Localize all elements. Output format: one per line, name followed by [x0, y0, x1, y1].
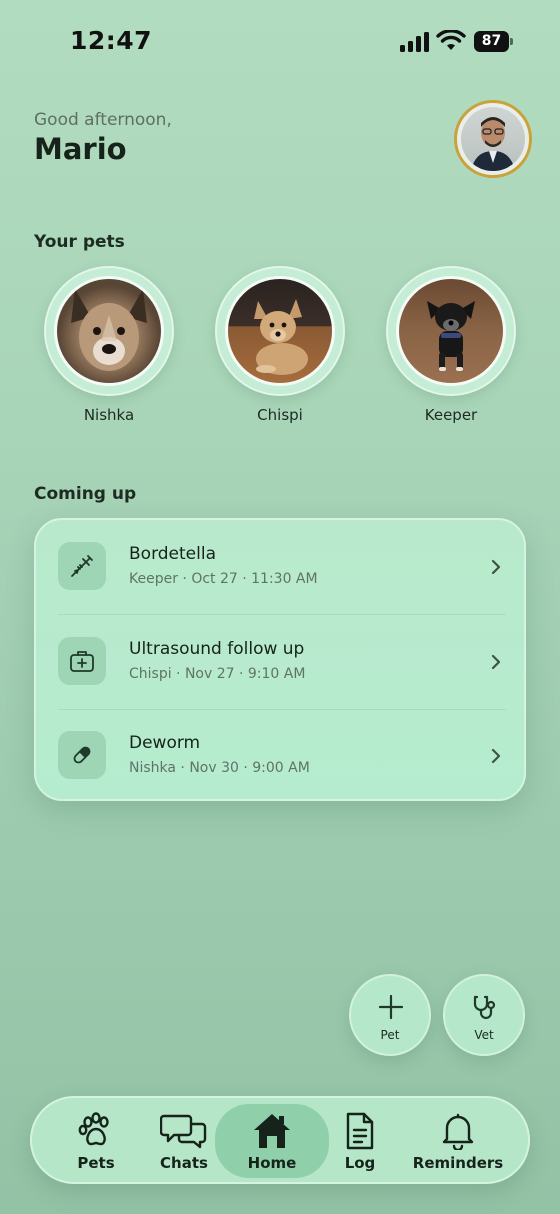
- tab-log[interactable]: Log: [330, 1098, 390, 1182]
- pet-name-keeper: Keeper: [424, 406, 478, 424]
- chevron-right-icon: [491, 559, 501, 575]
- add-pet-label: Pet: [380, 1028, 400, 1042]
- upcoming-card: Bordetella Keeper · Oct 27 · 11:30 AM Ul…: [34, 518, 526, 801]
- status-bar: 12:47 87: [0, 0, 560, 84]
- wifi-icon: [436, 30, 466, 50]
- upcoming-item-deworm[interactable]: Deworm Nishka · Nov 30 · 9:00 AM: [36, 709, 528, 803]
- pet-photo-nishka: [54, 276, 164, 386]
- paw-icon: [78, 1112, 109, 1146]
- bottom-tab-bar: Pets Chats Home Log Reminders: [30, 1096, 530, 1184]
- chevron-right-icon: [491, 654, 501, 670]
- battery-indicator: 87: [474, 31, 514, 52]
- bell-icon: [442, 1113, 474, 1150]
- battery-level: 87: [481, 33, 502, 49]
- user-name: Mario: [34, 132, 127, 166]
- cellular-signal-icon: [400, 32, 429, 52]
- chevron-right-icon: [491, 748, 501, 764]
- profile-avatar[interactable]: [454, 100, 532, 178]
- upcoming-item-title: Bordetella: [129, 544, 216, 564]
- pet-photo-chispi: [225, 276, 335, 386]
- tab-reminders-label: Reminders: [412, 1154, 504, 1172]
- pet-name-chispi: Chispi: [257, 406, 303, 424]
- upcoming-item-title: Deworm: [129, 733, 201, 753]
- chat-bubbles-icon: [160, 1114, 207, 1149]
- vet-button[interactable]: Vet: [443, 974, 525, 1056]
- avatar-photo: [461, 107, 525, 171]
- syringe-icon: [58, 542, 106, 590]
- pet-name-nishka: Nishka: [83, 406, 135, 424]
- upcoming-item-ultrasound[interactable]: Ultrasound follow up Chispi · Nov 27 · 9…: [36, 615, 528, 709]
- tab-log-label: Log: [344, 1154, 376, 1172]
- tab-reminders[interactable]: Reminders: [408, 1098, 508, 1182]
- tab-home-label: Home: [247, 1154, 297, 1172]
- tab-pets[interactable]: Pets: [52, 1098, 140, 1182]
- upcoming-item-subtitle: Nishka · Nov 30 · 9:00 AM: [129, 760, 310, 776]
- plus-icon: [378, 994, 404, 1020]
- upcoming-item-bordetella[interactable]: Bordetella Keeper · Oct 27 · 11:30 AM: [36, 520, 528, 614]
- pet-card-nishka[interactable]: Nishka: [44, 266, 174, 424]
- status-time: 12:47: [70, 26, 153, 55]
- pill-icon: [58, 731, 106, 779]
- pet-card-chispi[interactable]: Chispi: [215, 266, 345, 424]
- upcoming-item-subtitle: Chispi · Nov 27 · 9:10 AM: [129, 666, 306, 682]
- vet-label: Vet: [474, 1028, 494, 1042]
- document-icon: [346, 1112, 374, 1150]
- pet-card-keeper[interactable]: Keeper: [386, 266, 516, 424]
- add-pet-button[interactable]: Pet: [349, 974, 431, 1056]
- upcoming-item-subtitle: Keeper · Oct 27 · 11:30 AM: [129, 571, 318, 587]
- pet-photo-keeper: [396, 276, 506, 386]
- stethoscope-icon: [473, 995, 496, 1020]
- tab-pets-label: Pets: [77, 1154, 115, 1172]
- tab-home[interactable]: Home: [215, 1104, 329, 1178]
- upcoming-item-title: Ultrasound follow up: [129, 639, 305, 659]
- home-icon: [254, 1114, 290, 1148]
- your-pets-heading: Your pets: [34, 232, 125, 252]
- coming-up-heading: Coming up: [34, 484, 137, 504]
- greeting-text: Good afternoon,: [34, 110, 172, 130]
- medical-kit-icon: [58, 637, 106, 685]
